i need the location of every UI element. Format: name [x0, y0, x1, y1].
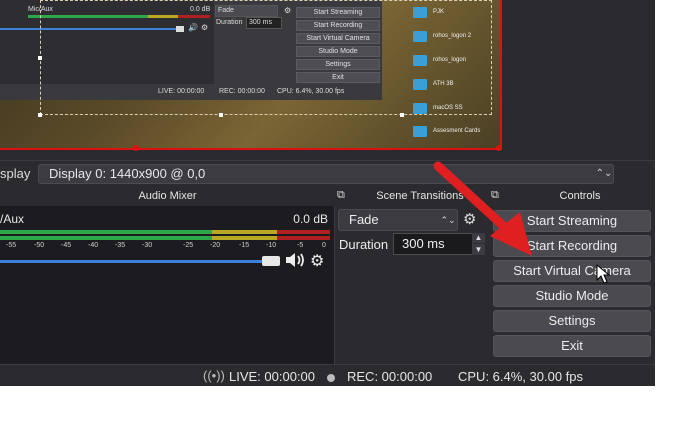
folder-label: Assesment Cards: [433, 128, 481, 134]
volume-slider[interactable]: [0, 260, 262, 263]
meter-tick: -25: [183, 242, 194, 249]
folder-icon[interactable]: [413, 7, 427, 18]
audio-mixer-dock: Audio Mixer /Aux 0.0 dB -55 -50 -45 -40 …: [0, 186, 335, 386]
meter-red: [277, 230, 330, 234]
meter-yellow: [212, 230, 277, 234]
meter-red: [277, 236, 330, 240]
folder-icon[interactable]: [413, 79, 427, 90]
folder-label: rohos_logon: [433, 57, 467, 63]
window-background: [655, 0, 700, 422]
channel-label: /Aux: [0, 212, 25, 226]
preview-canvas[interactable]: Mic/Aux 0.0 dB 🔊 ⚙ Fade ⚙ Duration 300 m…: [0, 0, 655, 160]
chevron-up-icon[interactable]: ▲: [472, 233, 485, 243]
duration-input[interactable]: 300 ms: [393, 233, 473, 255]
folder-icon[interactable]: [413, 126, 427, 137]
chevron-down-icon[interactable]: ▼: [472, 244, 485, 255]
mouse-cursor-icon: [596, 264, 610, 284]
selection-handle[interactable]: [496, 145, 502, 151]
folder-icon[interactable]: [413, 31, 427, 42]
scene-transitions-title: Scene Transitions: [376, 190, 464, 202]
folder-label: PJK: [433, 9, 445, 15]
meter-ticks: -55 -50 -45 -40 -35 -30 -25 -20 -15 -10 …: [0, 242, 330, 252]
meter-tick: -40: [88, 242, 99, 249]
meter-tick: -50: [34, 242, 45, 249]
resize-handle[interactable]: [219, 113, 223, 117]
meter-green: [0, 236, 212, 240]
start-streaming-button[interactable]: Start Streaming: [493, 210, 651, 232]
scene-transitions-title-bar: ⧉ Scene Transitions: [335, 186, 485, 206]
speaker-icon[interactable]: [284, 251, 306, 271]
rec-status: REC: 00:00:00: [347, 369, 433, 384]
meter-yellow: [212, 236, 277, 240]
studio-mode-button[interactable]: Studio Mode: [493, 285, 651, 307]
folder-label: macOS SS: [433, 105, 463, 111]
audio-mixer-title-bar: Audio Mixer: [0, 186, 335, 206]
meter-tick: -20: [210, 242, 221, 249]
start-virtual-camera-button[interactable]: Start Virtual Camera: [493, 260, 651, 282]
record-dot-icon: [327, 374, 335, 382]
exit-button[interactable]: Exit: [493, 335, 651, 357]
meter-tick: -55: [6, 242, 17, 249]
desktop-capture-source[interactable]: Mic/Aux 0.0 dB 🔊 ⚙ Fade ⚙ Duration 300 m…: [0, 0, 502, 150]
live-broadcast-icon: ((•)): [203, 368, 225, 383]
chevron-updown-icon[interactable]: ⌃⌄: [594, 164, 614, 184]
folder-icon[interactable]: [413, 103, 427, 114]
cpu-status: CPU: 6.4%, 30.00 fps: [458, 369, 584, 384]
meter-tick: -10: [266, 242, 277, 249]
mixer-channel: /Aux 0.0 dB -55 -50 -45 -40 -35 -30 -25 …: [0, 206, 334, 371]
volume-slider-handle[interactable]: [262, 256, 280, 266]
folder-label: rohos_logon 2: [433, 33, 472, 39]
chevron-updown-icon[interactable]: ⌃⌄: [439, 209, 457, 231]
meter-tick: -45: [61, 242, 72, 249]
resize-handle[interactable]: [38, 56, 42, 60]
selection-handle[interactable]: [133, 145, 139, 151]
controls-title-bar: ⧉ Controls: [485, 186, 655, 206]
resize-handle[interactable]: [400, 113, 404, 117]
dock-float-icon[interactable]: ⧉: [491, 189, 499, 202]
gear-icon[interactable]: ⚙: [310, 251, 330, 271]
audio-mixer-title: Audio Mixer: [138, 190, 197, 202]
meter-tick: 0: [322, 242, 326, 249]
settings-button[interactable]: Settings: [493, 310, 651, 332]
start-recording-button[interactable]: Start Recording: [493, 235, 651, 257]
dock-float-icon[interactable]: ⧉: [337, 189, 345, 202]
resize-handle[interactable]: [38, 113, 42, 117]
meter-tick: -35: [115, 242, 126, 249]
status-bar: ((•)) LIVE: 00:00:00 REC: 00:00:00 CPU: …: [0, 364, 655, 387]
controls-title: Controls: [559, 190, 601, 202]
meter-tick: -30: [142, 242, 153, 249]
live-status: LIVE: 00:00:00: [229, 369, 316, 384]
gear-icon[interactable]: ⚙: [463, 210, 476, 228]
display-select[interactable]: Display 0: 1440x900 @ 0,0: [38, 164, 614, 184]
meter-tick: -15: [239, 242, 250, 249]
source-properties-bar: splay Display 0: 1440x900 @ 0,0 ⌃⌄: [0, 160, 655, 187]
folder-label: ATH 3B: [433, 81, 454, 87]
meter-green: [0, 230, 212, 234]
scene-transitions-dock: ⧉ Scene Transitions Fade ⌃⌄ ⚙ Duration 3…: [335, 186, 485, 386]
folder-icon[interactable]: [413, 55, 427, 66]
window-background: [0, 386, 655, 422]
channel-db: 0.0 dB: [293, 212, 328, 226]
meter-tick: -5: [297, 242, 304, 249]
duration-label: Duration: [339, 237, 389, 252]
controls-dock: ⧉ Controls Start Streaming Start Recordi…: [485, 186, 655, 386]
display-label: splay: [0, 166, 31, 181]
